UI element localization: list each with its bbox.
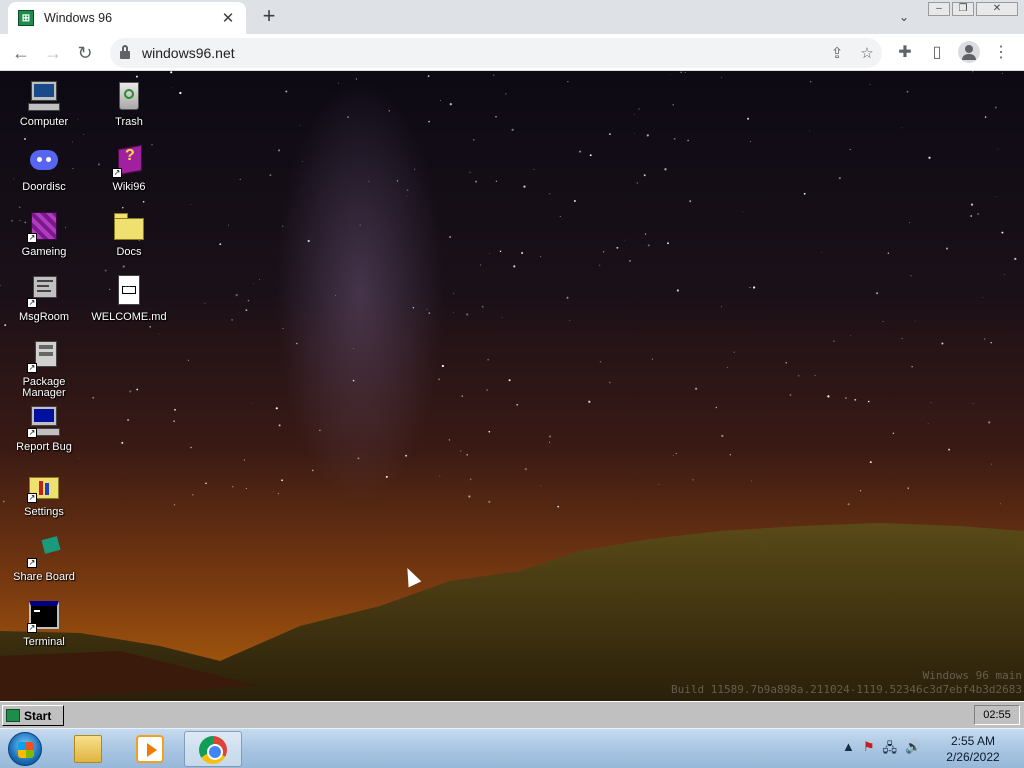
share-board-desktop-icon[interactable]: ↗ Share Board xyxy=(1,534,87,583)
browser-toolbar: ← → ↻ windows96.net ⇪ ☆ ✚ ▯ ⋮ xyxy=(0,34,1024,71)
bookmark-star-icon[interactable]: ☆ xyxy=(852,44,882,62)
terminal-desktop-icon[interactable]: ↗ Terminal xyxy=(1,599,87,648)
win96-taskbar: Start 02:55 xyxy=(0,701,1024,728)
report-bug-desktop-icon[interactable]: ↗ Report Bug xyxy=(1,404,87,453)
gameing-desktop-icon[interactable]: ↗ Gameing xyxy=(1,209,87,258)
win96-clock[interactable]: 02:55 xyxy=(974,705,1020,725)
forward-arrow-icon[interactable]: → xyxy=(40,40,66,66)
icon-label: Docs xyxy=(116,246,142,258)
chat-window-icon: ↗ xyxy=(27,274,61,308)
windows-start-orb-icon[interactable] xyxy=(8,732,42,766)
win7-taskbar: ▲ ⚑ 🖧 🔊 2:55 AM 2/26/2022 xyxy=(0,728,1024,768)
close-window-button[interactable]: ✕ xyxy=(976,2,1018,16)
icon-label: WELCOME.md xyxy=(91,311,167,323)
reload-icon[interactable]: ↻ xyxy=(72,40,98,66)
computer-desktop-icon[interactable]: Computer xyxy=(1,79,87,128)
back-arrow-icon[interactable]: ← xyxy=(8,40,34,66)
build-watermark: Windows 96 main Build 11589.7b9a898a.211… xyxy=(671,669,1022,697)
computer-icon xyxy=(27,79,61,113)
settings-desktop-icon[interactable]: ↗ Settings xyxy=(1,469,87,518)
file-explorer-icon xyxy=(74,735,102,763)
icon-label: Gameing xyxy=(21,246,67,258)
network-icon[interactable]: 🖧 xyxy=(883,739,898,761)
package-manager-desktop-icon[interactable]: ↗ Package Manager xyxy=(1,339,87,399)
restore-window-button[interactable]: ❐ xyxy=(952,2,974,16)
taskbar-media-player[interactable] xyxy=(122,731,180,767)
package-icon: ↗ xyxy=(27,339,61,373)
welcome-md-desktop-icon[interactable]: M↓ WELCOME.md xyxy=(86,274,172,323)
msgroom-desktop-icon[interactable]: ↗ MsgRoom xyxy=(1,274,87,323)
settings-folder-icon: ↗ xyxy=(27,469,61,503)
menu-kebab-icon[interactable]: ⋮ xyxy=(988,40,1014,66)
volume-icon[interactable]: 🔊 xyxy=(905,739,921,761)
icon-label: Doordisc xyxy=(22,181,66,193)
clock-date: 2/26/2022 xyxy=(946,750,1000,764)
new-tab-button[interactable]: + xyxy=(256,5,282,29)
url-text[interactable]: windows96.net xyxy=(142,45,822,61)
icon-label: Trash xyxy=(115,116,143,128)
doordisc-desktop-icon[interactable]: Doordisc xyxy=(1,144,87,193)
icon-label: Wiki96 xyxy=(112,181,146,193)
windows96-favicon-icon: ⊞ xyxy=(18,10,34,26)
win96-desktop[interactable]: Computer Doordisc ↗ Gameing ↗ MsgRoom ↗ … xyxy=(0,71,1024,701)
docs-desktop-icon[interactable]: Docs xyxy=(86,209,172,258)
icon-label: Terminal xyxy=(23,636,65,648)
icon-label: Settings xyxy=(24,506,64,518)
icon-label: Report Bug xyxy=(16,441,72,453)
purple-cube-icon: ↗ xyxy=(27,209,61,243)
terminal-icon: ↗ xyxy=(27,599,61,633)
start-label: Start xyxy=(24,708,52,723)
icon-label: Share Board xyxy=(13,571,75,583)
side-panel-icon[interactable]: ▯ xyxy=(924,40,950,66)
tab-search-chevron-icon[interactable]: ⌄ xyxy=(894,7,914,27)
trash-desktop-icon[interactable]: Trash xyxy=(86,79,172,128)
icon-label: MsgRoom xyxy=(18,311,70,323)
start-button[interactable]: Start xyxy=(2,705,64,726)
media-player-icon xyxy=(136,735,164,763)
taskbar-chrome[interactable] xyxy=(184,731,242,767)
clock-time: 2:55 AM xyxy=(950,734,996,748)
watermark-line-1: Windows 96 main xyxy=(922,669,1022,682)
profile-avatar-icon[interactable] xyxy=(958,41,980,63)
win7-clock[interactable]: 2:55 AM 2/26/2022 xyxy=(930,733,1016,765)
tab-strip: ⊞ Windows 96 ✕ + ⌄ – ❐ ✕ xyxy=(0,0,1024,34)
extensions-puzzle-icon[interactable]: ✚ xyxy=(892,40,918,66)
action-center-flag-icon[interactable]: ⚑ xyxy=(863,739,875,761)
tab-title: Windows 96 xyxy=(44,11,113,25)
folder-icon xyxy=(112,209,146,243)
minimize-window-button[interactable]: – xyxy=(928,2,950,16)
markdown-file-icon: M↓ xyxy=(112,274,146,308)
browser-tab[interactable]: ⊞ Windows 96 ✕ xyxy=(8,2,246,34)
close-tab-icon[interactable]: ✕ xyxy=(220,10,236,27)
share-icon[interactable]: ⇪ xyxy=(822,44,852,62)
icon-label: Package Manager xyxy=(22,376,66,399)
taskbar-explorer[interactable] xyxy=(60,731,118,767)
show-hidden-icons-chevron-icon[interactable]: ▲ xyxy=(842,739,855,761)
system-tray: ▲ ⚑ 🖧 🔊 xyxy=(842,739,921,761)
address-bar[interactable]: windows96.net ⇪ ☆ xyxy=(110,38,882,68)
help-book-icon: ? ↗ xyxy=(112,144,146,178)
chrome-icon xyxy=(199,736,227,764)
windows96-logo-icon xyxy=(6,709,20,722)
watermark-line-2: Build 11589.7b9a898a.211024-1119.52346c3… xyxy=(671,683,1022,696)
icon-label: Computer xyxy=(19,116,69,128)
lock-icon[interactable] xyxy=(120,45,130,59)
bug-report-monitor-icon: ↗ xyxy=(27,404,61,438)
share-board-icon: ↗ xyxy=(27,534,61,568)
discord-icon xyxy=(27,144,61,178)
wiki96-desktop-icon[interactable]: ? ↗ Wiki96 xyxy=(86,144,172,193)
recycle-bin-icon xyxy=(112,79,146,113)
